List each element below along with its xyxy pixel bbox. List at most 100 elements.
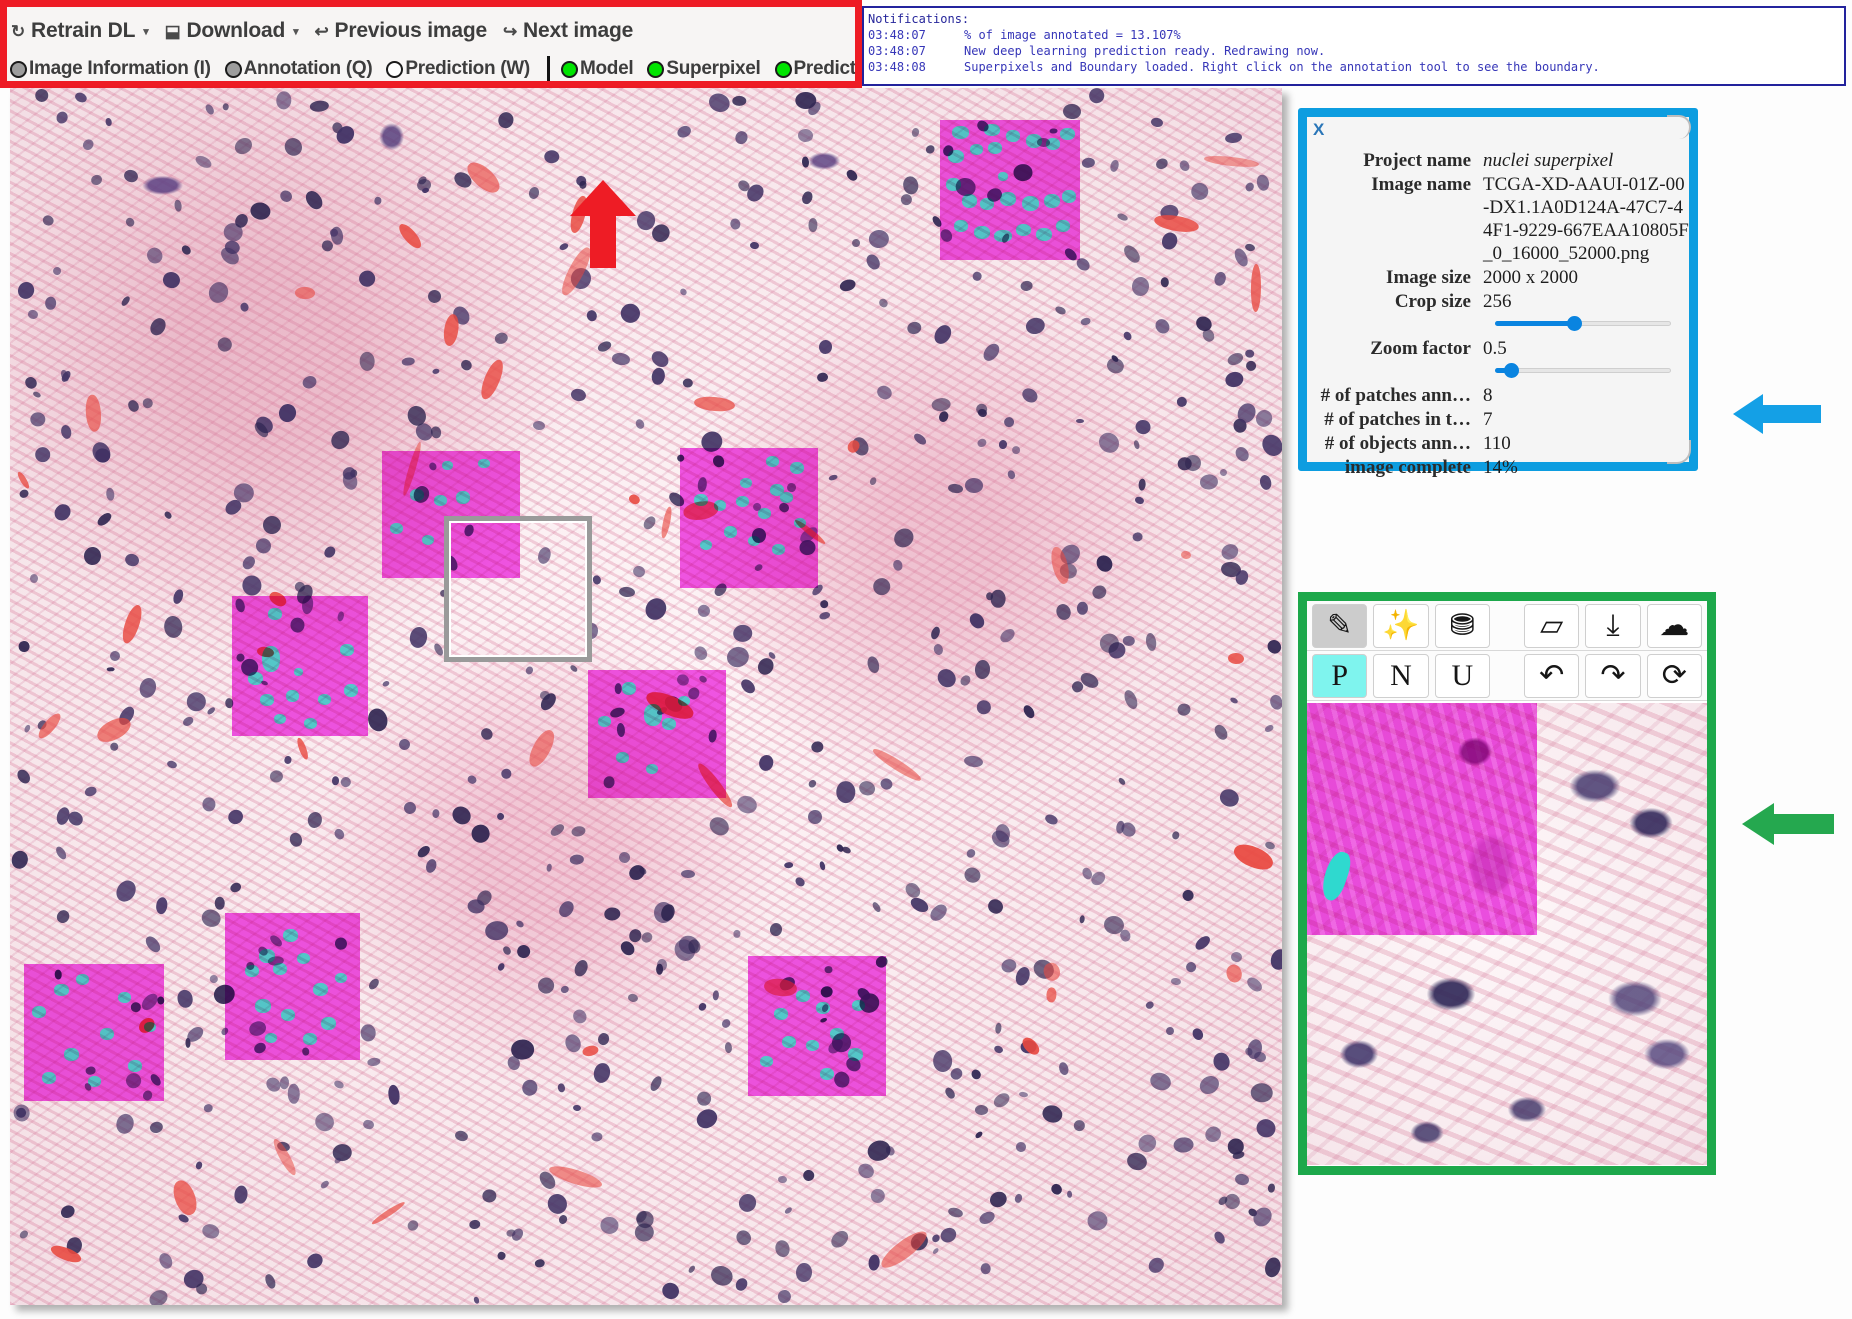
toggle-label: Prediction	[793, 58, 861, 79]
tissue-nucleus	[808, 217, 818, 233]
tissue-nucleus	[202, 796, 216, 812]
slider-knob[interactable]	[1503, 363, 1519, 378]
magic-wand-icon[interactable]: ✨	[1373, 603, 1429, 648]
annotated-nucleus	[1062, 190, 1076, 203]
zoom-factor-slider[interactable]	[1307, 363, 1689, 378]
annotated-nucleus	[998, 172, 1008, 181]
annotated-patch[interactable]	[940, 120, 1080, 260]
annotation-tool-panel[interactable]: ✎ ✨ ⛃ ▱ ⤓ ☁ P N U ↶ ↷ ⟳	[1298, 592, 1716, 1175]
radio-bullet-icon[interactable]	[386, 60, 404, 78]
annotated-patch[interactable]	[225, 913, 360, 1060]
annotated-patch[interactable]	[680, 448, 818, 588]
radio-bullet-icon[interactable]	[647, 60, 665, 78]
annotated-nucleus	[313, 983, 328, 996]
annotated-nucleus	[262, 646, 280, 672]
annotated-nucleus	[616, 752, 629, 763]
eraser-icon[interactable]: ▱	[1523, 603, 1580, 648]
toggle-prediction[interactable]: Prediction	[774, 58, 861, 80]
class-negative-button-glyph: N	[1390, 658, 1412, 692]
radio-bullet-icon[interactable]	[560, 60, 578, 78]
info-row-image-size: Image size 2000 x 2000	[1307, 266, 1689, 289]
notifications-panel: Notifications: 03:48:07 % of image annota…	[862, 6, 1846, 86]
close-icon[interactable]: X	[1313, 120, 1324, 140]
crop-cursor-box[interactable]	[444, 516, 592, 662]
slider-knob[interactable]	[1567, 316, 1583, 331]
paint-bucket-icon[interactable]: ⛃	[1434, 603, 1490, 648]
toolbar-divider	[546, 56, 550, 81]
info-row-image-name: Image name TCGA-XD-AAUI-01Z-00-DX1.1A0D12…	[1307, 173, 1689, 265]
radio-bullet-icon[interactable]	[10, 60, 27, 78]
red-blood-cells	[294, 286, 315, 300]
annotated-nucleus	[118, 992, 131, 1003]
annotated-patch[interactable]	[748, 956, 886, 1096]
annotated-nucleus	[724, 526, 737, 538]
annotated-patch[interactable]	[24, 964, 164, 1101]
annotated-nucleus	[259, 949, 275, 963]
reload-icon[interactable]: ⟳	[1646, 653, 1702, 698]
menu-item-next-image[interactable]: ↪ Next image	[503, 19, 633, 43]
slider-track-wrap[interactable]	[1495, 316, 1671, 331]
arrow-left-hook-icon: ↩	[314, 21, 329, 41]
info-label: Project name	[1363, 150, 1471, 171]
upload-cloud-icon[interactable]: ☁	[1646, 603, 1702, 648]
annotated-nucleus	[646, 764, 658, 774]
tissue-nucleus	[29, 573, 38, 584]
menu-item-retrain-dl[interactable]: ↻ Retrain DL ▾	[11, 19, 149, 43]
notification-time: 03:48:08	[868, 60, 926, 74]
tool-row-primary: ✎ ✨ ⛃ ▱ ⤓ ☁	[1307, 601, 1707, 651]
class-positive-button[interactable]: P	[1312, 653, 1368, 698]
annotated-patch[interactable]	[588, 670, 726, 798]
toggle-label: Superpixel	[666, 58, 761, 79]
magic-wand-icon-glyph: ✨	[1382, 608, 1420, 642]
panel-resize-handle-top[interactable]	[1667, 115, 1691, 139]
image-information-panel[interactable]: X Project name nuclei superpixel Image nam…	[1298, 108, 1698, 478]
menu-item-previous-image[interactable]: ↩ Previous image	[314, 19, 488, 43]
info-row--of-patches-in-t: # of patches in t… 7	[1307, 408, 1689, 431]
app-window: ↻ Retrain DL ▾ ⬓ Download ▾ ↩ Previous image ↪ Ne…	[0, 0, 1852, 1319]
redo-icon[interactable]: ↷	[1585, 653, 1641, 698]
annotated-nucleus	[340, 644, 354, 656]
annotated-nucleus	[772, 544, 785, 555]
annotated-nucleus	[390, 523, 403, 534]
annotated-nucleus	[54, 984, 69, 996]
redo-icon-glyph: ↷	[1600, 658, 1626, 692]
annotated-nucleus	[796, 990, 810, 1002]
menu-item-download[interactable]: ⬓ Download ▾	[165, 19, 299, 43]
undo-icon[interactable]: ↶	[1523, 653, 1580, 698]
annotated-nucleus	[248, 672, 263, 685]
annotated-patch[interactable]	[232, 596, 368, 736]
slide-canvas[interactable]	[10, 88, 1282, 1305]
class-negative-button[interactable]: N	[1373, 653, 1429, 698]
annotated-nucleus	[478, 459, 490, 468]
toggle-label: Annotation (Q)	[243, 58, 373, 79]
toggle-annotation-q[interactable]: Annotation (Q)	[224, 58, 373, 80]
annotated-nucleus	[714, 500, 726, 511]
annotated-nucleus	[952, 126, 969, 139]
toggle-model[interactable]: Model	[560, 58, 634, 80]
annotated-nucleus	[1056, 220, 1070, 232]
annotated-nucleus	[1006, 130, 1020, 142]
toggle-image-information-i[interactable]: Image Information (I)	[10, 58, 211, 80]
save-to-file-icon[interactable]: ⤓	[1585, 603, 1641, 648]
crop-size-slider[interactable]	[1307, 316, 1689, 331]
notification-message: Superpixels and Boundary loaded. Right c…	[964, 60, 1600, 74]
toggle-prediction-w[interactable]: Prediction (W)	[386, 58, 530, 80]
radio-bullet-icon[interactable]	[774, 60, 792, 78]
class-unknown-button[interactable]: U	[1434, 653, 1490, 698]
radio-bullet-icon[interactable]	[224, 60, 242, 78]
pencil-icon[interactable]: ✎	[1312, 603, 1368, 648]
annotated-nucleus	[144, 1022, 156, 1032]
chevron-down-icon: ▾	[293, 25, 299, 38]
zoomed-patch-view[interactable]	[1307, 703, 1707, 1165]
menu-bar: ↻ Retrain DL ▾ ⬓ Download ▾ ↩ Previous image ↪ Ne…	[11, 15, 633, 47]
toggle-superpixel[interactable]: Superpixel	[647, 58, 761, 80]
annotated-nucleus	[286, 690, 299, 702]
tissue-nucleus	[836, 780, 856, 803]
annotated-nucleus	[780, 492, 793, 503]
reload-icon-glyph: ⟳	[1661, 658, 1687, 692]
info-value: 8	[1483, 385, 1493, 406]
info-label: image complete	[1344, 457, 1471, 478]
slider-track-wrap[interactable]	[1495, 363, 1671, 378]
annotated-nucleus	[962, 194, 977, 208]
info-label: Crop size	[1394, 291, 1471, 312]
